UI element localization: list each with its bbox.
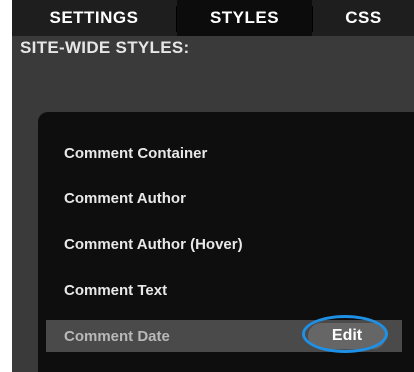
style-item-comment-author-hover[interactable]: Comment Author (Hover) <box>46 228 402 260</box>
style-item-comment-date[interactable]: Comment Date Edit <box>46 320 402 352</box>
style-item-label: Comment Date <box>64 327 170 345</box>
tab-styles-label: STYLES <box>209 8 280 27</box>
tab-settings-label: SETTINGS <box>49 8 139 27</box>
styles-list: Comment Container Comment Author Comment… <box>38 112 414 372</box>
tab-settings[interactable]: SETTINGS <box>12 0 176 36</box>
edit-button-label: Edit <box>331 327 363 344</box>
tab-bar: SETTINGS STYLES CSS <box>12 0 414 36</box>
section-title: SITE-WIDE STYLES: <box>20 38 190 57</box>
style-item-comment-container[interactable]: Comment Container <box>46 137 402 169</box>
style-item-label: Comment Text <box>64 281 168 299</box>
edit-button[interactable]: Edit <box>308 323 386 349</box>
style-item-comment-text[interactable]: Comment Text <box>46 274 402 306</box>
tab-css-label: CSS <box>345 8 382 27</box>
style-item-label: Comment Container <box>64 144 208 162</box>
style-item-comment-author[interactable]: Comment Author <box>46 182 402 214</box>
style-item-label: Comment Author (Hover) <box>64 235 243 253</box>
tab-styles[interactable]: STYLES <box>177 0 312 36</box>
style-item-label: Comment Author <box>64 189 186 207</box>
tab-css[interactable]: CSS <box>313 0 414 36</box>
style-editor-panel: SETTINGS STYLES CSS SITE-WIDE STYLES: Co… <box>12 0 414 372</box>
